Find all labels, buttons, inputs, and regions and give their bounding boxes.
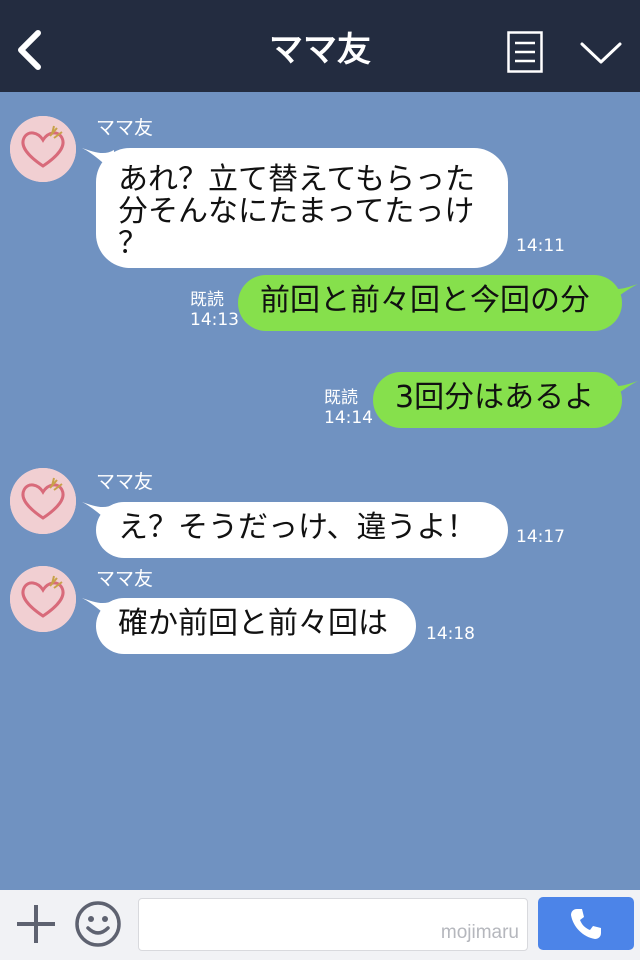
heart-ribbon-icon [10,116,76,182]
chat-header: ママ友 [0,0,640,92]
read-label: 既読 [190,290,224,310]
outgoing-message-bubble[interactable]: 3回分はあるよ [373,372,622,428]
smiley-icon [75,901,121,947]
avatar[interactable] [10,566,76,632]
message-time: 14:14 [324,408,373,428]
input-bar: mojimaru [0,890,640,960]
attach-button[interactable] [14,902,58,946]
sender-name: ママ友 [96,471,154,493]
message-text: 確か前回と前々回は [118,606,388,641]
read-status: 既読 14:13 [190,290,239,330]
menu-button[interactable] [507,31,543,73]
outgoing-message-bubble[interactable]: 前回と前々回と今回の分 [238,275,622,331]
menu-list-icon [507,31,543,73]
incoming-message-bubble[interactable]: 確か前回と前々回は [96,598,416,654]
bubble-tail [606,381,638,403]
message-text-line: ？ [118,226,148,261]
read-label: 既読 [324,388,358,408]
chevron-down-icon [580,42,622,64]
message-text: え？そうだっけ、違うよ！ [118,510,477,545]
message-text-line: 分そんなにたまってたっけ [118,194,475,229]
message-input-box[interactable]: mojimaru [138,898,528,951]
message-text: 3回分はあるよ [395,380,595,415]
message-time: 14:11 [516,236,565,256]
heart-ribbon-icon [10,566,76,632]
avatar[interactable] [10,468,76,534]
message-time: 14:13 [190,310,239,330]
collapse-button[interactable] [578,36,624,70]
sender-name: ママ友 [96,117,154,139]
emoji-button[interactable] [74,900,122,948]
message-text-line: あれ？立て替えてもらった [118,162,475,197]
message-time: 14:17 [516,527,565,547]
chevron-left-icon [18,30,41,70]
read-status: 既読 14:14 [324,388,373,428]
call-button[interactable] [538,897,634,950]
phone-icon [571,909,601,939]
incoming-message-bubble[interactable]: あれ？立て替えてもらった 分そんなにたまってたっけ ？ [96,148,508,268]
plus-icon [17,905,55,943]
incoming-message-bubble[interactable]: え？そうだっけ、違うよ！ [96,502,508,558]
avatar[interactable] [10,116,76,182]
message-text: 前回と前々回と今回の分 [260,283,590,318]
watermark: mojimaru [440,922,519,943]
heart-ribbon-icon [10,468,76,534]
bubble-tail [606,284,638,306]
chat-title: ママ友 [269,30,371,70]
message-time: 14:18 [426,624,475,644]
back-button[interactable] [12,28,48,72]
sender-name: ママ友 [96,568,154,590]
